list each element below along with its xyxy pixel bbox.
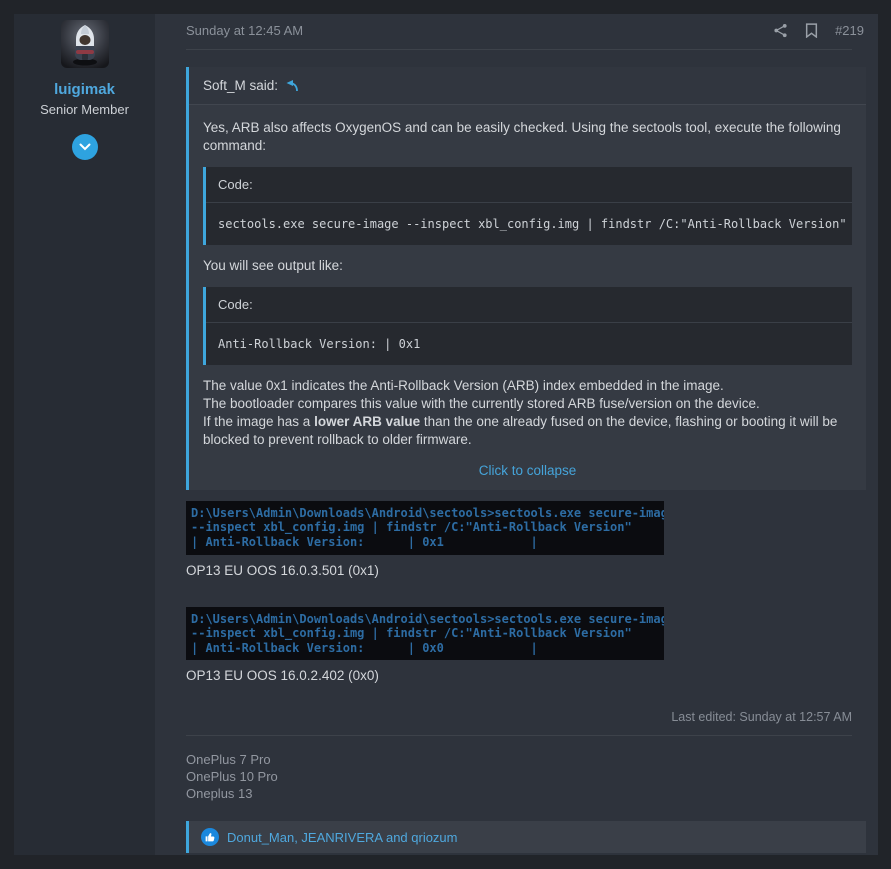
last-edited-text: Last edited: Sunday at 12:57 AM	[671, 710, 852, 725]
signature-block: OnePlus 7 Pro OnePlus 10 Pro Oneplus 13	[186, 751, 866, 802]
code-block-command: Code: sectools.exe secure-image --inspec…	[203, 166, 852, 245]
forum-post: luigimak Senior Member Sunday at 12:45 A…	[14, 14, 878, 855]
reactions-bar[interactable]: Donut_Man, JEANRIVERA and qriozum	[186, 821, 866, 854]
chevron-down-icon	[79, 143, 90, 151]
user-sidebar: luigimak Senior Member	[14, 14, 155, 855]
post-header: Sunday at 12:45 AM #219	[186, 23, 866, 38]
terminal-text: D:\Users\Admin\Downloads\Android\sectool…	[191, 505, 664, 549]
goto-quoted-post-icon[interactable]	[285, 79, 299, 92]
terminal-text: D:\Users\Admin\Downloads\Android\sectool…	[191, 611, 664, 655]
signature-divider	[186, 735, 852, 737]
code-block-content[interactable]: Anti-Rollback Version: | 0x1	[206, 322, 852, 365]
terminal-screenshot-1[interactable]: D:\Users\Admin\Downloads\Android\sectool…	[186, 500, 664, 555]
quote-between-text: You will see output like:	[203, 257, 343, 273]
avatar-image	[60, 20, 109, 68]
terminal-screenshot-2[interactable]: D:\Users\Admin\Downloads\Android\sectool…	[186, 606, 664, 661]
code-block-output: Code: Anti-Rollback Version: | 0x1	[203, 286, 852, 365]
quote-explanation-text: The value 0x1 indicates the Anti-Rollbac…	[203, 377, 852, 449]
quote-body: Yes, ARB also affects OxygenOS and can b…	[189, 105, 866, 490]
username-link[interactable]: luigimak	[54, 81, 115, 98]
code-block-content[interactable]: sectools.exe secure-image --inspect xbl_…	[206, 202, 852, 245]
bookmark-button[interactable]	[805, 23, 818, 38]
post-header-actions: #219	[773, 23, 864, 38]
terminal-caption-2: OP13 EU OOS 16.0.2.402 (0x0)	[186, 668, 379, 684]
explanation-line-3-bold: lower ARB value	[314, 413, 421, 429]
quote-attribution[interactable]: Soft_M said:	[189, 67, 866, 105]
avatar[interactable]	[60, 20, 109, 68]
share-button[interactable]	[773, 23, 788, 38]
quote-attribution-text: Soft_M said:	[203, 78, 279, 93]
post-date-link[interactable]: Sunday at 12:45 AM	[186, 23, 303, 38]
signature-line: OnePlus 10 Pro	[186, 769, 278, 785]
code-block-label: Code:	[206, 286, 852, 323]
explanation-line-1: The value 0x1 indicates the Anti-Rollbac…	[203, 377, 724, 393]
signature-line: Oneplus 13	[186, 786, 253, 802]
post-number-link[interactable]: #219	[835, 23, 864, 38]
quote-intro-text: Yes, ARB also affects OxygenOS and can b…	[203, 120, 841, 153]
code-block-label: Code:	[206, 166, 852, 203]
bookmark-icon	[806, 23, 818, 38]
user-expand-button[interactable]	[71, 134, 98, 160]
terminal-caption-1: OP13 EU OOS 16.0.3.501 (0x1)	[186, 562, 379, 578]
reaction-users-link[interactable]: Donut_Man, JEANRIVERA and qriozum	[227, 830, 458, 845]
explanation-line-3-pre: If the image has a	[203, 413, 315, 429]
signature-line: OnePlus 7 Pro	[186, 752, 271, 768]
post-main: Sunday at 12:45 AM #219 Soft_M said: Yes…	[155, 14, 878, 855]
explanation-line-2: The bootloader compares this value with …	[203, 395, 760, 411]
forum-page: luigimak Senior Member Sunday at 12:45 A…	[0, 0, 891, 869]
click-to-collapse-link[interactable]: Click to collapse	[203, 463, 852, 478]
share-icon	[774, 23, 787, 38]
like-reaction-icon	[201, 828, 219, 847]
user-title: Senior Member	[40, 102, 129, 117]
header-divider	[186, 49, 852, 50]
thumbs-up-icon	[205, 833, 215, 842]
quote-block: Soft_M said: Yes, ARB also affects Oxyge…	[186, 67, 866, 490]
